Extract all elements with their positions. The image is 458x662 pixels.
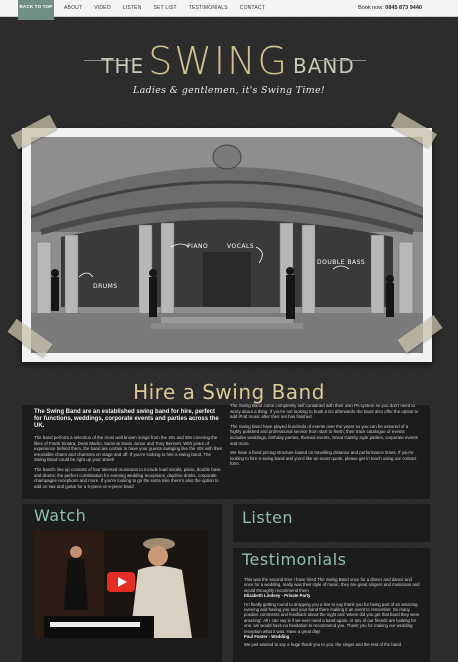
hire-paragraph: We have a fixed pricing structure based … (230, 450, 417, 467)
book-now-label: Book now: (358, 5, 384, 11)
nav-video[interactable]: VIDEO (94, 0, 118, 17)
logo-divider-right (318, 60, 366, 61)
photo-label-piano: PIANO (187, 243, 209, 250)
hire-left-column: The Swing Band are an established swing … (34, 409, 224, 493)
band-photo: DRUMS PIANO VOCALS DOUBLE BASS (31, 137, 423, 353)
testimonials-list: This was the second time I have hired Th… (244, 577, 422, 651)
photo-label-drums: DRUMS (93, 283, 118, 290)
testimonial-item: We just wanted to say a huge thank you t… (244, 642, 422, 647)
top-nav-bar: BACK TO TOP ABOUT VIDEO LISTEN SET LIST … (0, 0, 458, 20)
hero-photo-frame: DRUMS PIANO VOCALS DOUBLE BASS (22, 128, 432, 362)
logo-band: BAND (292, 54, 355, 78)
testimonial-item: This was the second time I have hired Th… (244, 577, 422, 599)
nav-listen[interactable]: LISTEN (123, 0, 149, 17)
testimonial-item: I'm finally getting round to dropping yo… (244, 602, 422, 640)
photo-label-double-bass: DOUBLE BASS (317, 259, 366, 266)
youtube-play-icon[interactable] (107, 572, 135, 592)
logo-swing: SWING (148, 39, 289, 83)
hire-lead: The Swing Band are an established swing … (34, 409, 219, 429)
site-logo[interactable]: THE SWING BAND (101, 36, 353, 83)
testimonial-text: We just wanted to say a huge thank you t… (244, 642, 401, 648)
hire-paragraph: The band's line up consists of four tale… (34, 466, 221, 489)
video-player[interactable] (34, 530, 208, 638)
logo-the: THE (101, 54, 145, 78)
testimonial-text: I'm finally getting round to dropping yo… (244, 601, 420, 634)
hire-title: Hire a Swing Band (133, 380, 325, 404)
hire-content: The Swing Band are an established swing … (22, 403, 430, 499)
book-now[interactable]: Book now: 0845 873 9440 (358, 0, 422, 17)
nav-contact[interactable]: CONTACT (240, 0, 272, 17)
testimonial-author: Paul Foster - Wedding (244, 634, 290, 640)
testimonials-title: Testimonials (242, 550, 347, 569)
hire-paragraph: The band perform a selection of the most… (34, 435, 223, 463)
testimonial-author: Elizabeth Lindsey - Private Party (244, 593, 311, 599)
hire-right-column: The Swing Band come completely self cont… (230, 403, 420, 471)
nav-testimonials[interactable]: TESTIMONIALS (189, 0, 235, 17)
watch-title: Watch (34, 506, 87, 525)
tagline: Ladies & gentlemen, it's Swing Time! (132, 85, 326, 96)
main-nav: ABOUT VIDEO LISTEN SET LIST TESTIMONIALS… (64, 0, 277, 17)
testimonial-text: This was the second time I have hired Th… (244, 577, 420, 593)
hire-paragraph: The Swing Band come completely self cont… (230, 403, 419, 420)
book-now-phone[interactable]: 0845 873 9440 (385, 5, 422, 11)
hire-paragraph: The Swing band have played hundreds of e… (230, 423, 418, 446)
nav-about[interactable]: ABOUT (64, 0, 89, 17)
back-to-top-button[interactable]: BACK TO TOP (18, 0, 54, 20)
photo-label-vocals: VOCALS (227, 243, 255, 250)
listen-title: Listen (242, 508, 293, 527)
nav-set-list[interactable]: SET LIST (154, 0, 184, 17)
